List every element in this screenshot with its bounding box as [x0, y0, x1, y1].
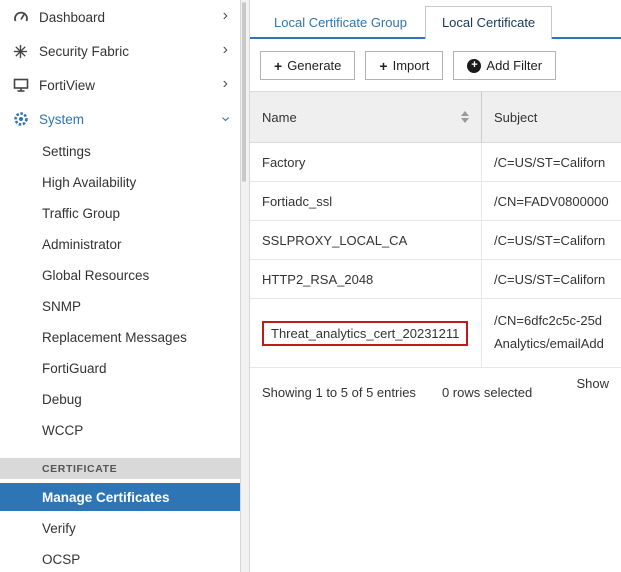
cert-name-cell: Threat_analytics_cert_20231211 [250, 299, 482, 367]
showing-entries-text: Showing 1 to 5 of 5 entries [262, 385, 416, 400]
cert-subject-cell: /C=US/ST=Californ [482, 260, 621, 298]
sidebar-item-label: Settings [42, 144, 91, 159]
highlight-annotation-box: Threat_analytics_cert_20231211 [262, 321, 468, 346]
plus-glyph: + [471, 60, 477, 71]
sidebar-item-label: SNMP [42, 299, 81, 314]
cert-name: HTTP2_RSA_2048 [262, 272, 373, 287]
sidebar-scrollbar[interactable] [240, 0, 250, 572]
sidebar-item-manage-certificates[interactable]: Manage Certificates [0, 483, 240, 511]
main-content: Local Certificate Group Local Certificat… [250, 0, 621, 572]
add-filter-button[interactable]: + Add Filter [453, 51, 556, 80]
sidebar-item-snmp[interactable]: SNMP [0, 291, 240, 322]
cert-name: Factory [262, 155, 305, 170]
cert-name: Threat_analytics_cert_20231211 [271, 326, 459, 341]
plus-icon: + [274, 59, 282, 73]
sidebar-item-label: Traffic Group [42, 206, 120, 221]
tab-local-certificate-group[interactable]: Local Certificate Group [258, 7, 423, 37]
sidebar-item-label: OCSP [42, 552, 80, 567]
table-row[interactable]: Threat_analytics_cert_20231211 /CN=6dfc2… [250, 299, 621, 368]
sidebar-item-label: Replacement Messages [42, 330, 187, 345]
column-label-subject: Subject [494, 110, 537, 125]
scrollbar-thumb[interactable] [242, 2, 246, 182]
sidebar-item-wccp[interactable]: WCCP [0, 415, 240, 446]
sidebar-item-fortiguard[interactable]: FortiGuard [0, 353, 240, 384]
column-header-name[interactable]: Name [250, 92, 482, 142]
sidebar-item-label: WCCP [42, 423, 83, 438]
table-row[interactable]: SSLPROXY_LOCAL_CA /C=US/ST=Californ [250, 221, 621, 260]
table-header: Name Subject [250, 91, 621, 143]
cert-name-cell: HTTP2_RSA_2048 [250, 260, 482, 298]
sidebar-item-security-fabric[interactable]: Security Fabric › [0, 34, 240, 68]
dashboard-gauge-icon [12, 9, 29, 26]
add-filter-label: Add Filter [486, 58, 542, 73]
chevron-down-icon: › [217, 116, 233, 121]
cert-name-cell: Factory [250, 143, 482, 181]
sidebar-item-label: Administrator [42, 237, 122, 252]
cert-name: Fortiadc_ssl [262, 194, 332, 209]
table-row[interactable]: Factory /C=US/ST=Californ [250, 143, 621, 182]
cert-subject-cell: /CN=FADV0800000 [482, 182, 621, 220]
circle-plus-icon: + [467, 59, 481, 73]
cert-subject-cell: /C=US/ST=Californ [482, 221, 621, 259]
sidebar-item-settings[interactable]: Settings [0, 136, 240, 167]
sidebar-item-label: Global Resources [42, 268, 149, 283]
toolbar: + Generate + Import + Add Filter [250, 39, 621, 91]
cert-subject-cell: /C=US/ST=Californ [482, 143, 621, 181]
sidebar-item-system[interactable]: System › [0, 102, 240, 136]
chevron-right-icon: › [223, 42, 228, 58]
sidebar-item-high-availability[interactable]: High Availability [0, 167, 240, 198]
sidebar-item-label: Verify [42, 521, 76, 536]
sidebar-item-label: Manage Certificates [42, 490, 170, 505]
tab-bar: Local Certificate Group Local Certificat… [250, 0, 621, 39]
app-window: Dashboard › Security Fabric › FortiView … [0, 0, 621, 572]
sidebar-item-label: Security Fabric [39, 44, 223, 59]
cert-subject-cell: /CN=6dfc2c5c-25d Analytics/emailAdd [482, 299, 621, 367]
generate-label: Generate [287, 58, 341, 73]
sidebar-item-dashboard[interactable]: Dashboard › [0, 0, 240, 34]
import-button[interactable]: + Import [365, 51, 443, 80]
table-footer: Showing 1 to 5 of 5 entries 0 rows selec… [250, 368, 621, 400]
column-header-subject[interactable]: Subject [482, 92, 621, 142]
sidebar-item-fortiview[interactable]: FortiView › [0, 68, 240, 102]
sidebar-item-label: High Availability [42, 175, 136, 190]
sidebar-item-global-resources[interactable]: Global Resources [0, 260, 240, 291]
sidebar-item-label: FortiGuard [42, 361, 107, 376]
sidebar: Dashboard › Security Fabric › FortiView … [0, 0, 240, 572]
table-row[interactable]: HTTP2_RSA_2048 /C=US/ST=Californ [250, 260, 621, 299]
rows-selected-text: 0 rows selected [442, 385, 532, 400]
table-row[interactable]: Fortiadc_ssl /CN=FADV0800000 [250, 182, 621, 221]
subject-line-1: /CN=6dfc2c5c-25d [494, 310, 602, 333]
sidebar-item-label: Dashboard [39, 10, 223, 25]
sidebar-item-label: System [39, 112, 223, 127]
sidebar-item-administrator[interactable]: Administrator [0, 229, 240, 260]
sidebar-item-verify[interactable]: Verify [0, 513, 240, 544]
cert-name-cell: Fortiadc_ssl [250, 182, 482, 220]
import-label: Import [393, 58, 430, 73]
subject-line-2: Analytics/emailAdd [494, 333, 604, 356]
generate-button[interactable]: + Generate [260, 51, 355, 80]
sidebar-item-label: Debug [42, 392, 82, 407]
sidebar-item-label: FortiView [39, 78, 223, 93]
chevron-right-icon: › [223, 76, 228, 92]
sort-icon[interactable] [461, 111, 469, 123]
chevron-right-icon: › [223, 8, 228, 24]
fortiview-monitor-icon [12, 77, 29, 94]
sidebar-item-traffic-group[interactable]: Traffic Group [0, 198, 240, 229]
gear-icon [12, 111, 29, 128]
sidebar-item-replacement-messages[interactable]: Replacement Messages [0, 322, 240, 353]
sidebar-item-ocsp[interactable]: OCSP [0, 544, 240, 572]
sidebar-item-debug[interactable]: Debug [0, 384, 240, 415]
column-label-name: Name [262, 110, 297, 125]
cert-name-cell: SSLPROXY_LOCAL_CA [250, 221, 482, 259]
sidebar-section-certificate: CERTIFICATE [0, 458, 240, 479]
show-entries-control[interactable]: Show [576, 376, 609, 391]
security-fabric-icon [12, 43, 29, 60]
plus-icon: + [379, 59, 387, 73]
tab-local-certificate[interactable]: Local Certificate [425, 6, 552, 39]
cert-name: SSLPROXY_LOCAL_CA [262, 233, 407, 248]
